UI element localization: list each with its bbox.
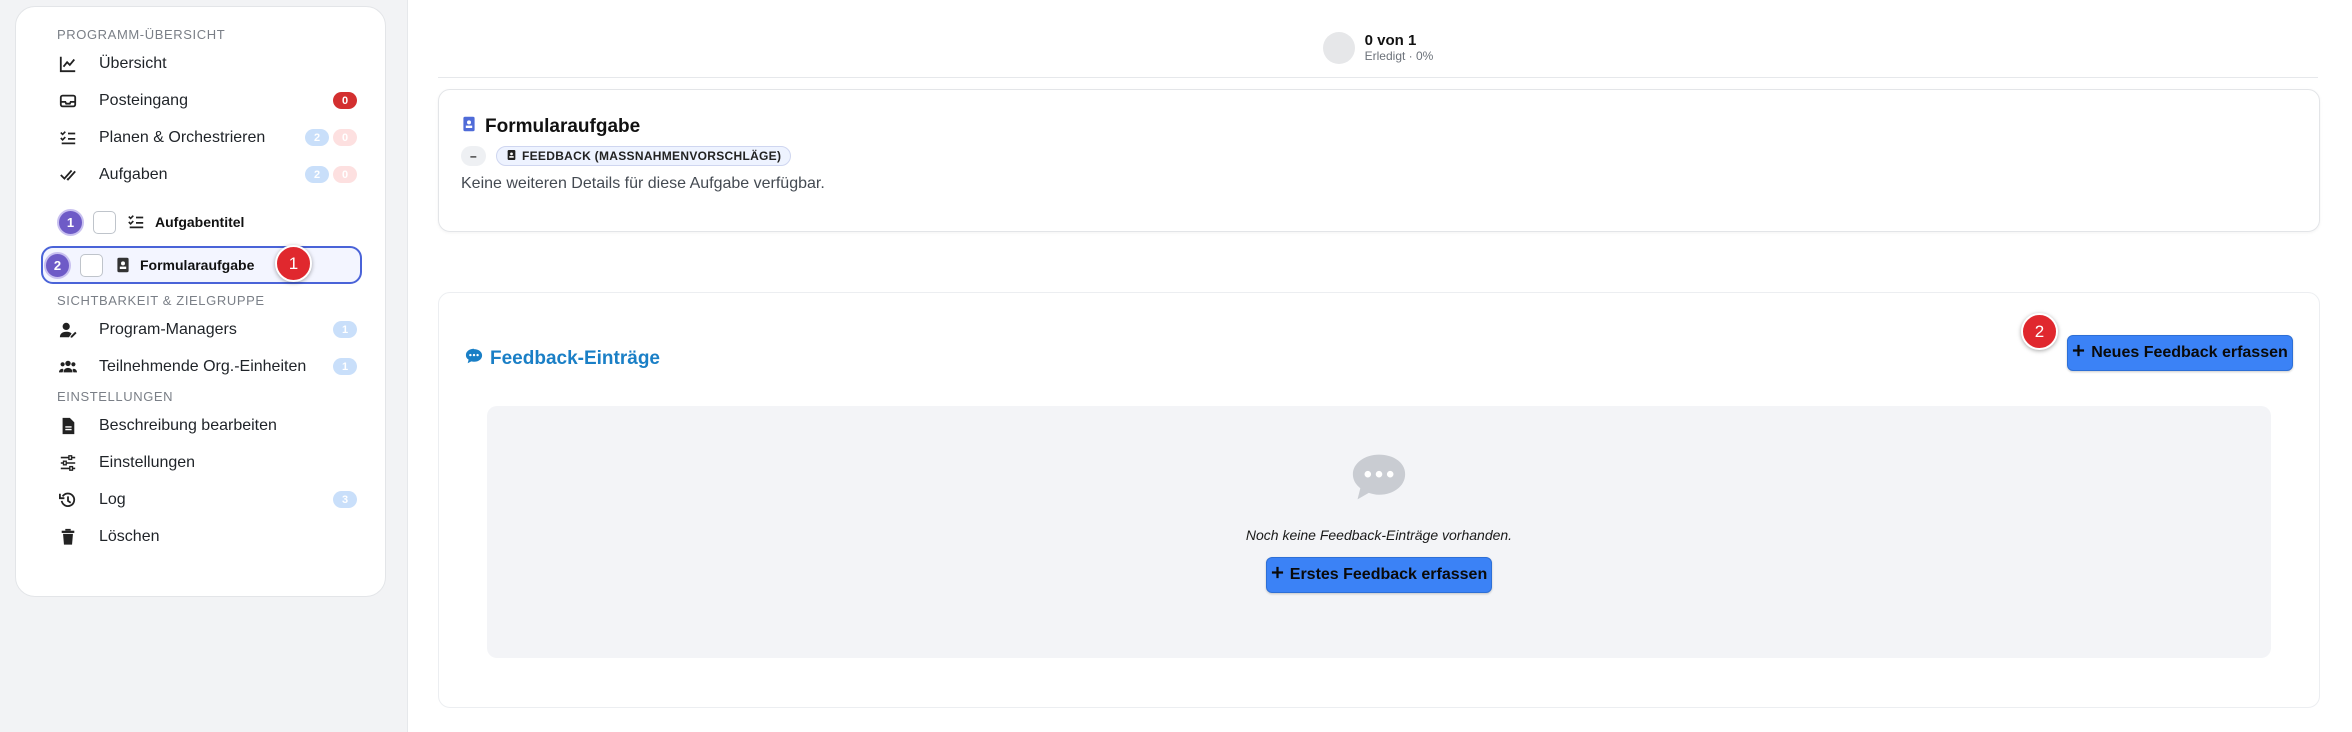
sidebar-item-inbox[interactable]: Posteingang 0 xyxy=(57,82,360,119)
org-units-count-badge: 1 xyxy=(333,358,357,375)
file-icon xyxy=(57,415,79,437)
checklist-icon xyxy=(127,213,145,231)
sidebar-item-delete[interactable]: Löschen xyxy=(57,518,360,555)
sidebar-item-label: Program-Managers xyxy=(99,320,237,338)
sidebar-item-org-units[interactable]: Teilnehmende Org.-Einheiten 1 xyxy=(57,348,360,385)
progress-summary: 0 von 1 Erledigt · 0% xyxy=(438,18,2318,78)
first-feedback-label: Erstes Feedback erfassen xyxy=(1289,566,1488,583)
task-detail-card: Formularaufgabe – FEEDBACK (MASSNAHMENVO… xyxy=(438,89,2320,232)
user-edit-icon xyxy=(57,319,79,341)
step-marker-2: 2 xyxy=(2021,313,2058,350)
progress-percent: Erledigt · 0% xyxy=(1364,49,1434,63)
log-count-badge: 3 xyxy=(333,491,357,508)
task-type-chip: FEEDBACK (MASSNAHMENVORSCHLÄGE) xyxy=(495,146,792,166)
form-icon xyxy=(506,149,517,164)
form-icon xyxy=(461,115,477,139)
feedback-heading-text: Feedback-Einträge xyxy=(490,348,660,369)
history-icon xyxy=(57,489,79,511)
sidebar-item-overview[interactable]: Übersicht xyxy=(57,45,360,82)
task-item-2[interactable]: 2 Formularaufgabe 1 xyxy=(41,245,362,284)
inbox-icon xyxy=(57,90,79,112)
section-heading-overview: PROGRAMM-ÜBERSICHT xyxy=(57,27,226,42)
feedback-heading: Feedback-Einträge xyxy=(465,347,660,371)
feedback-empty-state: Noch keine Feedback-Einträge vorhanden. … xyxy=(487,406,2271,658)
task-title: Formularaufgabe xyxy=(140,257,255,273)
checklist-icon xyxy=(57,127,79,149)
sliders-icon xyxy=(57,452,79,474)
new-feedback-button[interactable]: Neues Feedback erfassen xyxy=(2067,335,2293,371)
section-heading-settings: EINSTELLUNGEN xyxy=(57,389,174,404)
progress-ring xyxy=(1322,31,1355,64)
task-title: Aufgabentitel xyxy=(155,214,245,230)
trash-icon xyxy=(57,526,79,548)
step-number: 1 xyxy=(57,208,84,236)
task-detail-description: Keine weiteren Details für diese Aufgabe… xyxy=(461,175,825,192)
sidebar-item-log[interactable]: Log 3 xyxy=(57,481,360,518)
users-icon xyxy=(57,356,79,378)
plus-icon xyxy=(1271,566,1284,584)
task-checkbox[interactable] xyxy=(93,210,116,234)
comment-dots-icon xyxy=(465,347,483,371)
sidebar-item-label: Einstellungen xyxy=(99,453,196,471)
sidebar-item-label: Posteingang xyxy=(99,91,188,109)
first-feedback-button[interactable]: Erstes Feedback erfassen xyxy=(1266,557,1492,593)
sidebar-item-label: Teilnehmende Org.-Einheiten xyxy=(99,357,307,375)
new-feedback-label: Neues Feedback erfassen xyxy=(2091,344,2288,361)
sidebar-item-settings[interactable]: Einstellungen xyxy=(57,444,360,481)
sidebar-item-plan[interactable]: Planen & Orchestrieren 2 0 xyxy=(57,119,360,156)
form-icon xyxy=(114,256,132,274)
task-detail-title: Formularaufgabe xyxy=(485,116,641,137)
plus-icon xyxy=(2072,344,2085,362)
task-type-label: FEEDBACK (MASSNAHMENVORSCHLÄGE) xyxy=(521,149,782,163)
double-check-icon xyxy=(57,164,79,186)
chart-line-icon xyxy=(57,53,79,75)
sidebar-item-label: Beschreibung bearbeiten xyxy=(99,416,277,434)
tasks-count-badge: 2 xyxy=(305,166,329,183)
main-content: 0 von 1 Erledigt · 0% Formularaufgabe – … xyxy=(407,0,2352,732)
plan-open-badge: 0 xyxy=(333,129,357,146)
managers-count-badge: 1 xyxy=(333,321,357,338)
sidebar-item-label: Log xyxy=(99,490,126,508)
step-number: 2 xyxy=(44,251,71,279)
plan-count-badge: 2 xyxy=(305,129,329,146)
task-item-1[interactable]: 1 Aufgabentitel xyxy=(41,203,360,241)
step-marker-1: 1 xyxy=(275,245,312,282)
task-checkbox[interactable] xyxy=(80,253,103,277)
sidebar: PROGRAMM-ÜBERSICHT Übersicht Posteingang… xyxy=(15,6,386,597)
empty-state-text: Noch keine Feedback-Einträge vorhanden. xyxy=(1245,527,1513,543)
tasks-open-badge: 0 xyxy=(333,166,357,183)
inbox-count-badge: 0 xyxy=(333,92,357,109)
sidebar-item-label: Löschen xyxy=(99,527,160,545)
sidebar-item-managers[interactable]: Program-Managers 1 xyxy=(57,311,360,348)
status-chip: – xyxy=(461,146,486,166)
sidebar-item-label: Übersicht xyxy=(99,54,167,72)
comment-dots-icon xyxy=(1351,452,1407,507)
feedback-panel: Feedback-Einträge 2 Neues Feedback erfas… xyxy=(438,292,2320,708)
progress-count: 0 von 1 xyxy=(1364,32,1417,49)
sidebar-item-tasks[interactable]: Aufgaben 2 0 xyxy=(57,156,360,193)
section-heading-visibility: SICHTBARKEIT & ZIELGRUPPE xyxy=(57,293,265,308)
sidebar-item-edit-description[interactable]: Beschreibung bearbeiten xyxy=(57,407,360,444)
